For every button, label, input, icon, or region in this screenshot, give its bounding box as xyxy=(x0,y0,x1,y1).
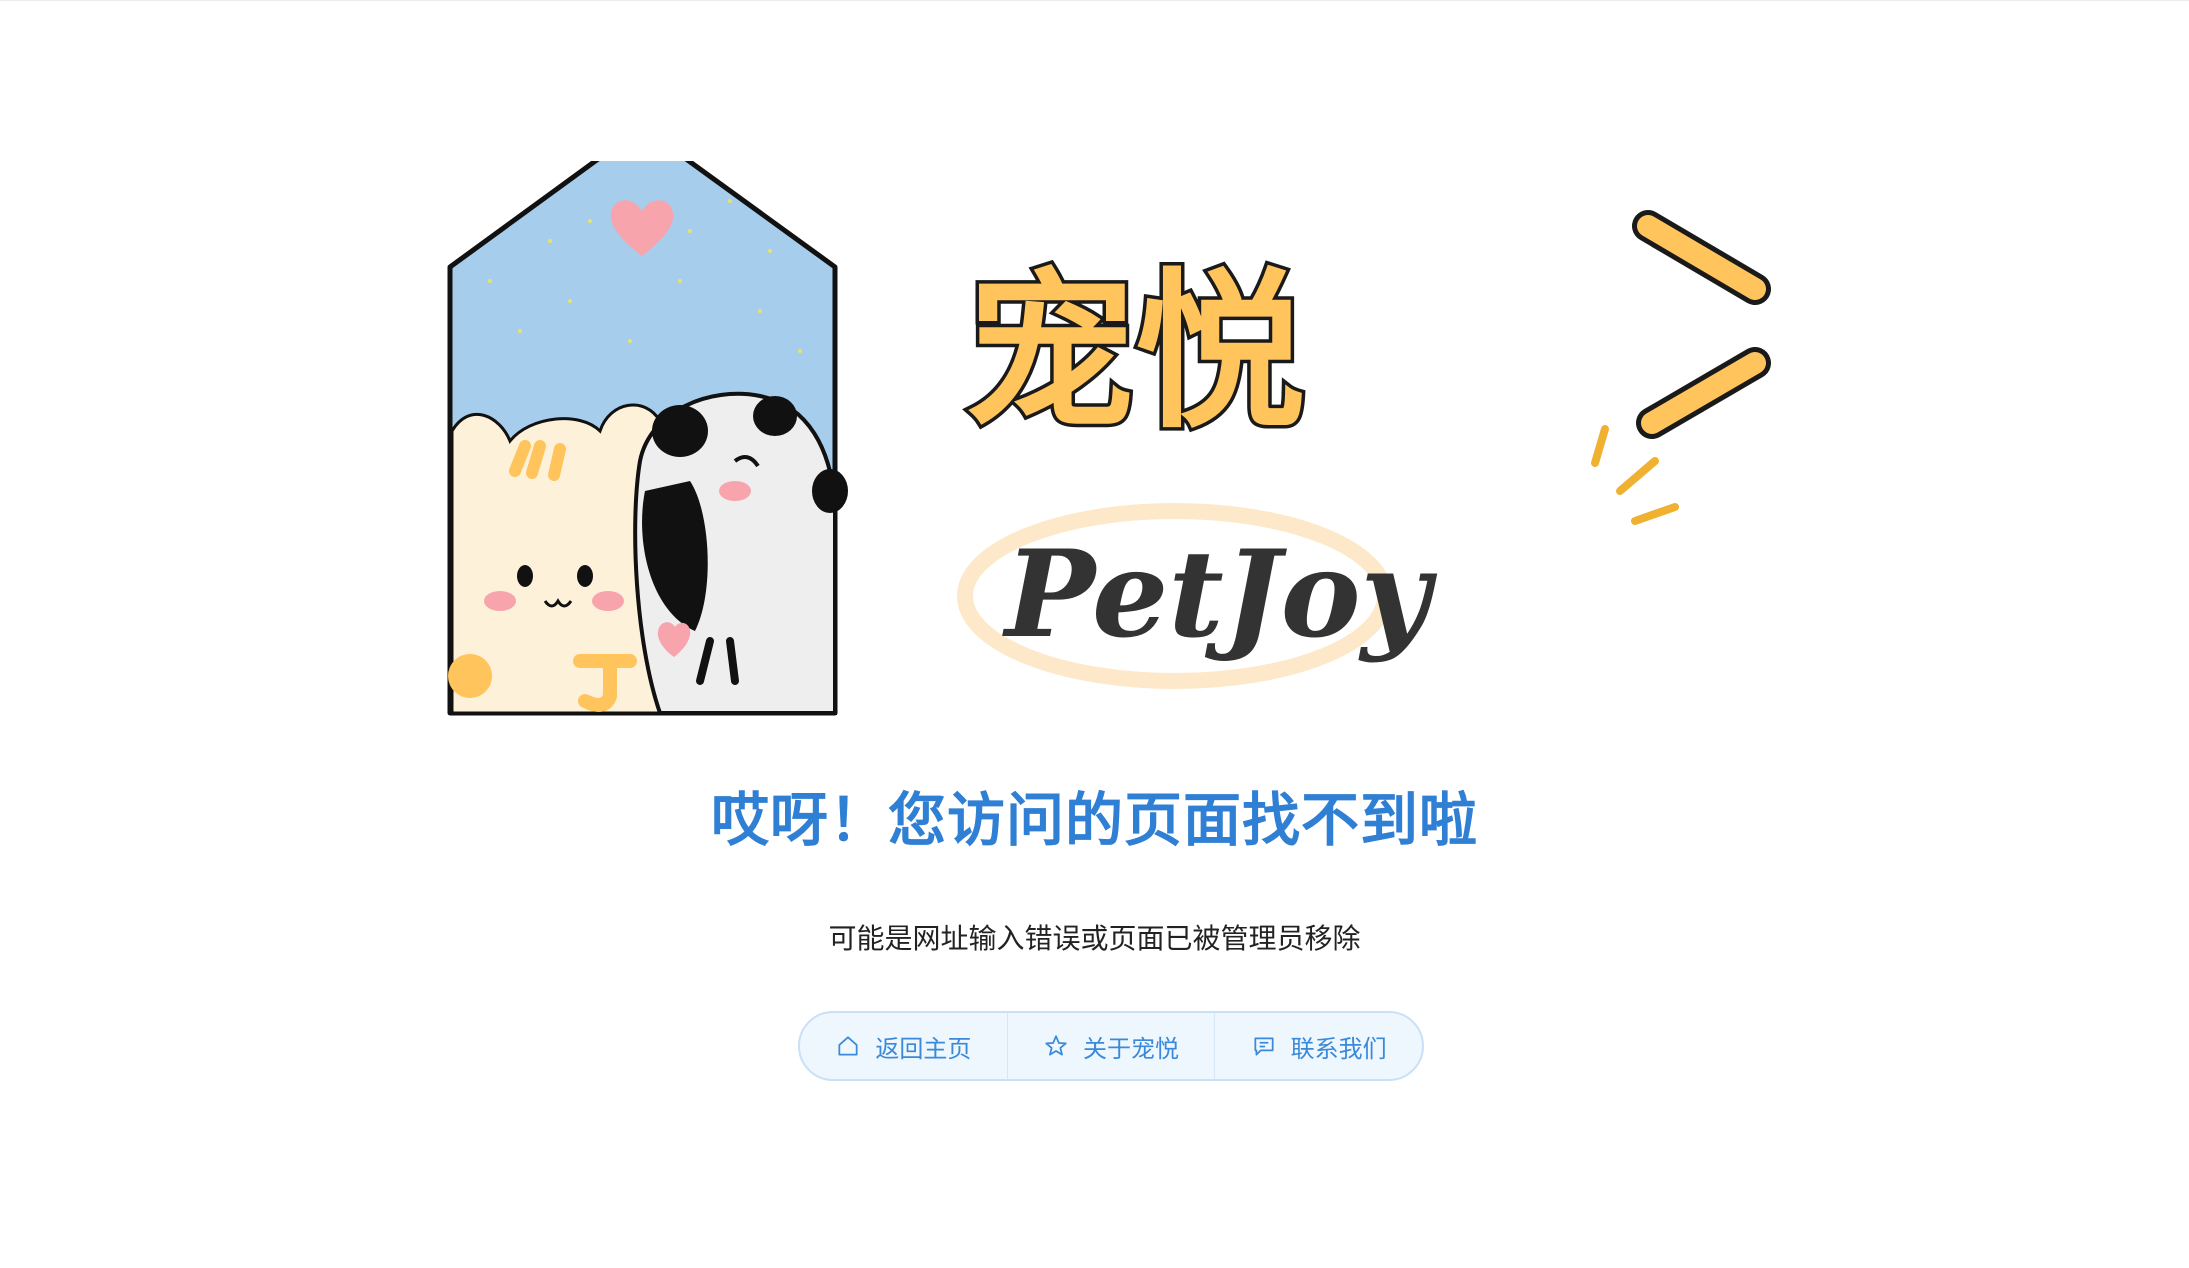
hero-illustration: 宠悦 PetJoy xyxy=(430,161,1790,741)
star-icon xyxy=(1043,1033,1069,1059)
brand-stripes xyxy=(1591,210,1771,525)
contact-button-label: 联系我们 xyxy=(1290,1034,1387,1063)
page-title: 哎呀！您访问的页面找不到啦 xyxy=(710,786,1478,854)
action-bar: 返回主页 关于宠悦 联系我们 xyxy=(798,1011,1424,1081)
house-cat-dog-icon xyxy=(447,161,848,716)
error-page: 宠悦 PetJoy 哎呀！您访问的页面找不到啦 可能是网址输入错误或页面已被管理… xyxy=(0,0,2189,1268)
about-button-label: 关于宠悦 xyxy=(1083,1034,1179,1063)
about-button[interactable]: 关于宠悦 xyxy=(1008,1013,1216,1079)
brand-name-cn: 宠悦 xyxy=(965,254,1305,452)
message-icon xyxy=(1251,1033,1277,1059)
contact-button[interactable]: 联系我们 xyxy=(1215,1013,1422,1079)
home-button[interactable]: 返回主页 xyxy=(800,1013,1008,1079)
brand-name-en: PetJoy xyxy=(1002,524,1438,665)
home-button-label: 返回主页 xyxy=(875,1034,972,1063)
home-icon xyxy=(835,1033,861,1059)
page-subtitle: 可能是网址输入错误或页面已被管理员移除 xyxy=(828,922,1361,955)
